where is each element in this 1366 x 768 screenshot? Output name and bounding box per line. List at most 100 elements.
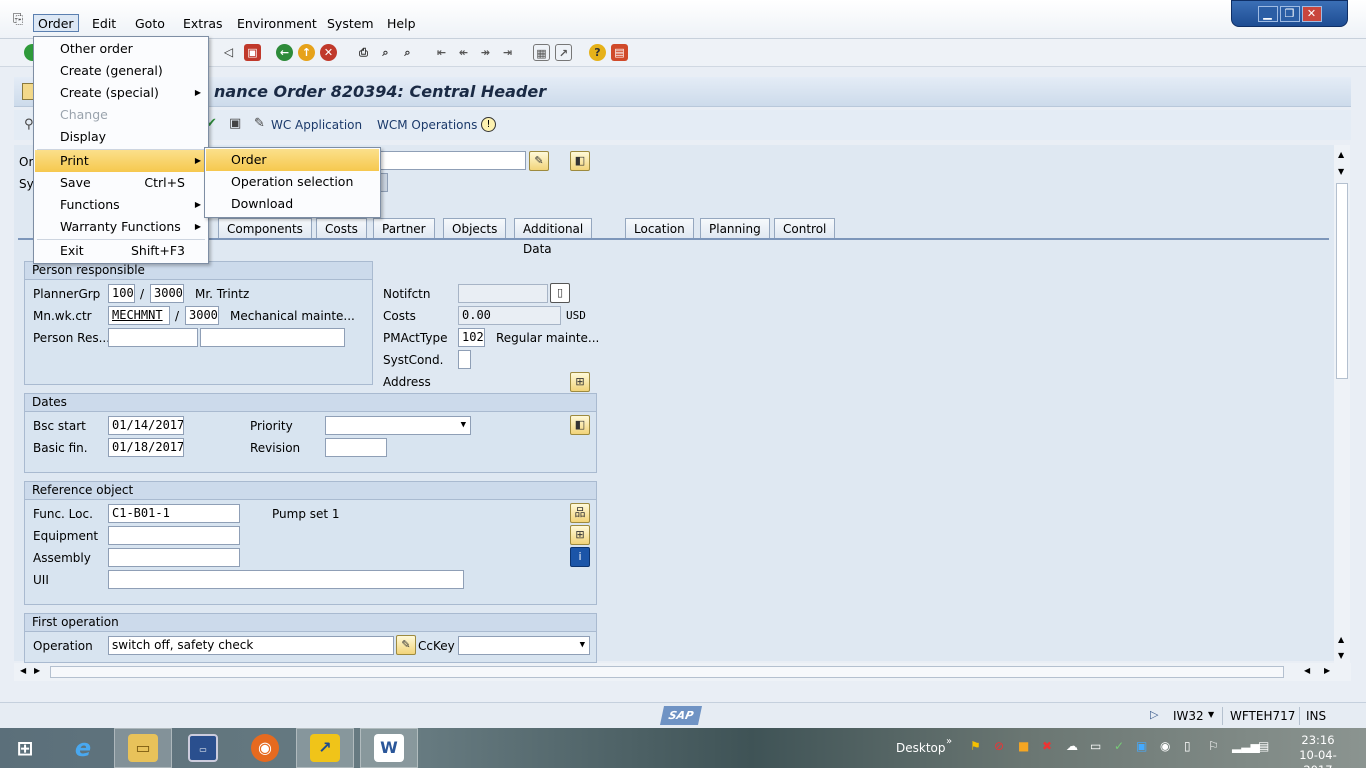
control-key-select[interactable]: ▼ [458, 636, 590, 655]
play-icon[interactable]: ▷ [1150, 708, 1158, 721]
operation-long-text-icon[interactable]: ✎ [396, 635, 416, 655]
tray-audio-icon[interactable]: ◉ [1160, 739, 1170, 753]
previous-page-icon[interactable]: ↞ [455, 44, 472, 61]
tray-display-icon[interactable]: ▭ [1090, 739, 1101, 753]
minimize-icon[interactable]: ▁ [1257, 5, 1278, 22]
tab-additional-data[interactable]: Additional Data [514, 218, 593, 256]
tray-app-icon[interactable]: ■ [1018, 739, 1029, 753]
tray-network-icon[interactable]: ▣ [1136, 739, 1147, 753]
work-center-plant-field[interactable]: 3000 [185, 306, 219, 325]
menu-goto[interactable]: Goto [131, 15, 169, 33]
menu-environment[interactable]: Environment [233, 15, 321, 33]
planner-plant-field[interactable]: 3000 [150, 284, 184, 303]
new-session-icon[interactable]: ▦ [533, 44, 550, 61]
menu-item-exit[interactable]: Exit Shift+F3 [35, 240, 207, 262]
submenu-item-order[interactable]: Order [206, 149, 379, 171]
pm-activity-type-field[interactable]: 102 [458, 328, 485, 347]
first-page-icon[interactable]: ⇤ [433, 44, 450, 61]
functional-location-field[interactable]: C1-B01-1 [108, 504, 240, 523]
main-work-center-field[interactable]: MECHMNT [108, 306, 170, 325]
back-icon[interactable]: ← [276, 44, 293, 61]
planner-group-field[interactable]: 100 [108, 284, 135, 303]
tab-costs[interactable]: Costs [316, 218, 367, 239]
find-icon[interactable]: ⌕ [377, 44, 394, 61]
person-responsible-name-field[interactable] [200, 328, 345, 347]
person-responsible-field[interactable] [108, 328, 198, 347]
menu-item-create-special[interactable]: Create (special) ▶ [35, 82, 207, 104]
header-detail-icon[interactable]: ◧ [570, 151, 590, 171]
taskbar-lenovo[interactable]: ▭ [174, 728, 232, 768]
menu-item-other-order[interactable]: Other order [35, 38, 207, 60]
menu-item-save[interactable]: Save Ctrl+S [35, 172, 207, 194]
back-arrow-icon[interactable]: ◁ [220, 44, 237, 61]
horizontal-scrollbar[interactable]: ◀ ▶ ◀ ▶ [14, 663, 1351, 681]
menu-help[interactable]: Help [383, 15, 420, 33]
chevron-down-icon[interactable]: ▼ [461, 417, 466, 434]
transaction-code[interactable]: IW32 [1173, 709, 1204, 723]
tray-cloud-icon[interactable]: ☁ [1066, 739, 1078, 753]
restore-icon[interactable]: ❐ [1279, 5, 1300, 22]
vertical-scrollbar[interactable]: ▲ ▼ ▲ ▼ [1334, 145, 1350, 663]
submenu-item-download[interactable]: Download [206, 193, 379, 215]
dates-detail-icon[interactable]: ◧ [570, 415, 590, 435]
uii-field[interactable] [108, 570, 464, 589]
scroll-down-icon[interactable]: ▼ [1338, 651, 1344, 660]
print-icon[interactable]: ⎙ [355, 44, 372, 61]
system-clock[interactable]: 23:16 10-04-2017 [1288, 733, 1348, 768]
save-icon[interactable]: ▣ [244, 44, 261, 61]
wc-application-button[interactable]: WC Application [271, 118, 362, 132]
last-page-icon[interactable]: ⇥ [499, 44, 516, 61]
menu-item-create-general[interactable]: Create (general) [35, 60, 207, 82]
order-description-field[interactable] [378, 151, 526, 170]
notification-document-icon[interactable]: ▯ [550, 283, 570, 303]
revision-field[interactable] [325, 438, 387, 457]
scroll-left-icon[interactable]: ◀ [20, 666, 26, 675]
exit-icon[interactable]: ↑ [298, 44, 315, 61]
taskbar-sap-logon[interactable]: ↗ [296, 728, 354, 768]
basic-finish-field[interactable]: 01/18/2017 [108, 438, 184, 457]
tray-security-icon[interactable]: ✓ [1114, 739, 1124, 753]
tray-keyboard-icon[interactable]: ▤ [1258, 739, 1269, 753]
system-condition-field[interactable] [458, 350, 471, 369]
scroll-thumb[interactable] [1336, 183, 1348, 379]
scroll-left-icon[interactable]: ◀ [1304, 666, 1310, 675]
find-next-icon[interactable]: ⌕ [399, 44, 416, 61]
taskbar-word[interactable]: W [360, 728, 418, 768]
menu-order[interactable]: Order [33, 14, 79, 32]
help-icon[interactable]: ? [589, 44, 606, 61]
tray-action-center-icon[interactable]: ⚐ [1208, 739, 1219, 753]
menu-item-warranty-functions[interactable]: Warranty Functions ▶ [35, 216, 207, 238]
start-button[interactable]: ⊞ [0, 728, 50, 768]
next-page-icon[interactable]: ↠ [477, 44, 494, 61]
desktop-toolbar[interactable]: Desktop [896, 741, 946, 755]
basic-start-field[interactable]: 01/14/2017 [108, 416, 184, 435]
scroll-down-icon[interactable]: ▼ [1338, 167, 1344, 176]
hierarchy-icon[interactable]: ⊞ [570, 525, 590, 545]
long-text-icon[interactable]: ✎ [529, 151, 549, 171]
chevron-down-icon[interactable]: ▼ [580, 637, 585, 654]
scroll-right-icon[interactable]: ▶ [34, 666, 40, 675]
structure-icon[interactable]: 品 [570, 503, 590, 523]
menu-system[interactable]: System [323, 15, 378, 33]
shortcut-icon[interactable]: ↗ [555, 44, 572, 61]
scroll-up-icon[interactable]: ▲ [1338, 635, 1344, 644]
equipment-field[interactable] [108, 526, 240, 545]
insert-mode[interactable]: INS [1306, 709, 1326, 723]
menu-extras[interactable]: Extras [179, 15, 227, 33]
menu-item-functions[interactable]: Functions ▶ [35, 194, 207, 216]
tab-partner[interactable]: Partner [373, 218, 435, 239]
menu-edit[interactable]: Edit [88, 15, 120, 33]
tab-objects[interactable]: Objects [443, 218, 507, 239]
chevron-up-icon[interactable]: » [946, 736, 952, 747]
priority-select[interactable]: ▼ [325, 416, 471, 435]
tab-planning[interactable]: Planning [700, 218, 770, 239]
submenu-item-operation-selection[interactable]: Operation selection [206, 171, 379, 193]
taskbar-firefox[interactable]: ◉ [236, 728, 294, 768]
operation-field[interactable]: switch off, safety check [108, 636, 394, 655]
chevron-down-icon[interactable]: ▼ [1208, 710, 1214, 719]
scroll-up-icon[interactable]: ▲ [1338, 150, 1344, 159]
address-icon[interactable]: ⊞ [570, 372, 590, 392]
menu-item-display[interactable]: Display [35, 126, 207, 148]
wcm-operations-button[interactable]: WCM Operations [377, 118, 477, 132]
taskbar-file-explorer[interactable]: ▭ [114, 728, 172, 768]
